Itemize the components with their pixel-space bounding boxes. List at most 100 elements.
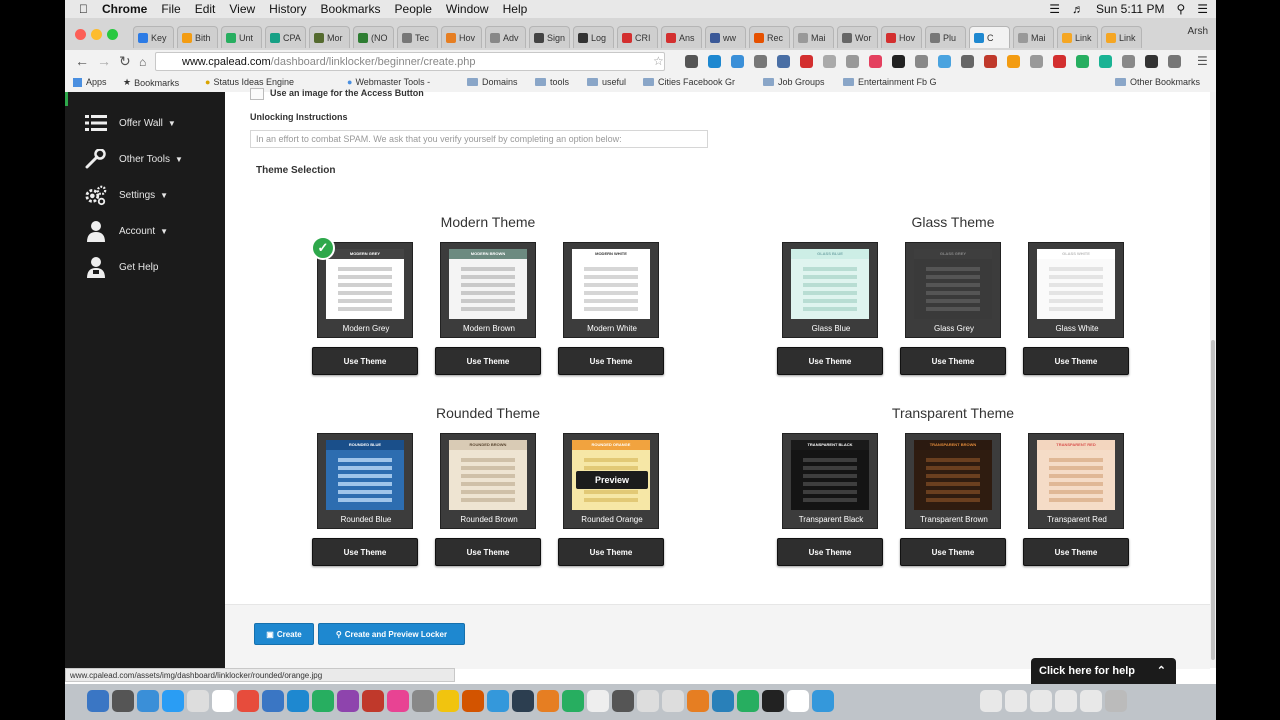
extension-icon[interactable] xyxy=(915,55,928,68)
use-theme-button[interactable]: Use Theme xyxy=(777,538,883,566)
bookmark-webmaster-tools[interactable]: ● Webmaster Tools - xyxy=(347,77,430,87)
browser-tab[interactable]: Link xyxy=(1057,26,1098,48)
browser-tab[interactable]: Plu xyxy=(925,26,966,48)
notification-icon[interactable]: ☰ xyxy=(1197,2,1208,16)
unlocking-instructions-input[interactable]: In an effort to combat SPAM. We ask that… xyxy=(250,130,708,148)
sidebar-item-account[interactable]: Account ▼ xyxy=(85,220,168,242)
menubar-clock[interactable]: Sun 5:11 PM xyxy=(1096,2,1164,16)
bookmark-entertainment[interactable]: Entertainment Fb G xyxy=(843,77,937,87)
browser-tab[interactable]: Key xyxy=(133,26,174,48)
dock-app-icon[interactable] xyxy=(637,690,659,712)
dock-folder-icon[interactable] xyxy=(1055,690,1077,712)
browser-tab[interactable]: Mai xyxy=(1013,26,1054,48)
theme-preview-card[interactable]: MODERN BROWN Modern Brown xyxy=(440,242,536,338)
dock-app-icon[interactable] xyxy=(362,690,384,712)
preview-button[interactable]: Preview xyxy=(576,471,648,489)
dock-app-icon[interactable] xyxy=(487,690,509,712)
browser-tab[interactable]: Bith xyxy=(177,26,218,48)
bookmark-job-groups[interactable]: Job Groups xyxy=(763,77,825,87)
sidebar-item-get-help[interactable]: Get Help xyxy=(85,256,158,278)
bookmark-star-icon[interactable]: ☆ xyxy=(653,54,664,68)
browser-tab[interactable]: CRI xyxy=(617,26,658,48)
dock-app-icon[interactable] xyxy=(387,690,409,712)
use-theme-button[interactable]: Use Theme xyxy=(1023,538,1129,566)
dock-folder-icon[interactable] xyxy=(980,690,1002,712)
use-theme-button[interactable]: Use Theme xyxy=(435,347,541,375)
dock-app-icon[interactable] xyxy=(187,690,209,712)
dock-app-icon[interactable] xyxy=(787,690,809,712)
use-theme-button[interactable]: Use Theme xyxy=(900,538,1006,566)
back-icon[interactable]: ← xyxy=(75,53,89,69)
theme-preview-card[interactable]: ROUNDED BROWN Rounded Brown xyxy=(440,433,536,529)
browser-tab[interactable]: Link xyxy=(1101,26,1142,48)
bookmark-apps[interactable]: Apps xyxy=(73,77,107,87)
theme-preview-card[interactable]: TRANSPARENT RED Transparent Red xyxy=(1028,433,1124,529)
dock-app-icon[interactable] xyxy=(412,690,434,712)
home-icon[interactable]: ⌂ xyxy=(139,55,146,69)
bookmark-useful[interactable]: useful xyxy=(587,77,626,87)
help-widget[interactable]: Click here for help ⌃ xyxy=(1031,658,1176,684)
extension-icon[interactable] xyxy=(1053,55,1066,68)
extension-icon[interactable] xyxy=(1145,55,1158,68)
extension-icon[interactable] xyxy=(869,55,882,68)
theme-preview-card[interactable]: ROUNDED ORANGE Rounded Orange Preview xyxy=(563,433,659,529)
browser-tab[interactable]: Adv xyxy=(485,26,526,48)
dock-app-icon[interactable] xyxy=(162,690,184,712)
extension-icon[interactable] xyxy=(685,55,698,68)
extension-icon[interactable] xyxy=(1076,55,1089,68)
close-window-icon[interactable] xyxy=(75,29,86,40)
dock-folder-icon[interactable] xyxy=(1030,690,1052,712)
dock-app-icon[interactable] xyxy=(562,690,584,712)
menu-app-name[interactable]: Chrome xyxy=(102,2,147,16)
profile-name[interactable]: Arsh xyxy=(1187,26,1208,37)
page-scrollbar-thumb[interactable] xyxy=(1211,340,1215,660)
browser-tab[interactable]: Unt xyxy=(221,26,262,48)
use-theme-button[interactable]: Use Theme xyxy=(435,538,541,566)
spotlight-icon[interactable]: ⚲ xyxy=(1176,2,1185,16)
extension-icon[interactable] xyxy=(800,55,813,68)
dock-app-icon[interactable] xyxy=(512,690,534,712)
menu-window[interactable]: Window xyxy=(446,2,489,16)
chevron-up-icon[interactable]: ⌃ xyxy=(1157,664,1166,677)
use-theme-button[interactable]: Use Theme xyxy=(558,347,664,375)
bookmark-other[interactable]: Other Bookmarks xyxy=(1115,77,1200,87)
browser-tab[interactable]: Hov xyxy=(441,26,482,48)
dock-app-icon[interactable] xyxy=(87,690,109,712)
create-button[interactable]: ▣ Create xyxy=(254,623,314,645)
theme-preview-card[interactable]: ROUNDED BLUE Rounded Blue xyxy=(317,433,413,529)
browser-tab[interactable]: Log xyxy=(573,26,614,48)
extension-icon[interactable] xyxy=(754,55,767,68)
extension-icon[interactable] xyxy=(708,55,721,68)
extension-icon[interactable] xyxy=(823,55,836,68)
extension-icon[interactable] xyxy=(961,55,974,68)
sidebar-item-settings[interactable]: Settings ▼ xyxy=(85,184,168,206)
use-theme-button[interactable]: Use Theme xyxy=(312,347,418,375)
dock-app-icon[interactable] xyxy=(587,690,609,712)
dock-app-icon[interactable] xyxy=(687,690,709,712)
dock-app-icon[interactable] xyxy=(212,690,234,712)
reload-icon[interactable]: ↻ xyxy=(119,53,131,70)
use-theme-button[interactable]: Use Theme xyxy=(900,347,1006,375)
dock-app-icon[interactable] xyxy=(137,690,159,712)
menu-bookmarks[interactable]: Bookmarks xyxy=(321,2,381,16)
use-theme-button[interactable]: Use Theme xyxy=(558,538,664,566)
browser-tab[interactable]: CPA xyxy=(265,26,306,48)
browser-tab[interactable]: ww xyxy=(705,26,746,48)
dock-app-icon[interactable] xyxy=(662,690,684,712)
url-field[interactable]: www.cpalead.com/dashboard/linklocker/beg… xyxy=(155,52,665,71)
extension-icon[interactable] xyxy=(1007,55,1020,68)
dock-folder-icon[interactable] xyxy=(1005,690,1027,712)
dock-app-icon[interactable] xyxy=(287,690,309,712)
create-and-preview-button[interactable]: ⚲ Create and Preview Locker xyxy=(318,623,465,645)
zoom-window-icon[interactable] xyxy=(107,29,118,40)
menu-history[interactable]: History xyxy=(269,2,306,16)
chrome-menu-icon[interactable]: ☰ xyxy=(1197,54,1208,68)
extension-icon[interactable] xyxy=(938,55,951,68)
browser-tab[interactable]: Mor xyxy=(309,26,350,48)
extension-icon[interactable] xyxy=(1168,55,1181,68)
minimize-window-icon[interactable] xyxy=(91,29,102,40)
dock-app-icon[interactable] xyxy=(437,690,459,712)
menu-file[interactable]: File xyxy=(161,2,180,16)
wifi-icon[interactable]: ☰ xyxy=(1049,2,1060,16)
extension-icon[interactable] xyxy=(1122,55,1135,68)
